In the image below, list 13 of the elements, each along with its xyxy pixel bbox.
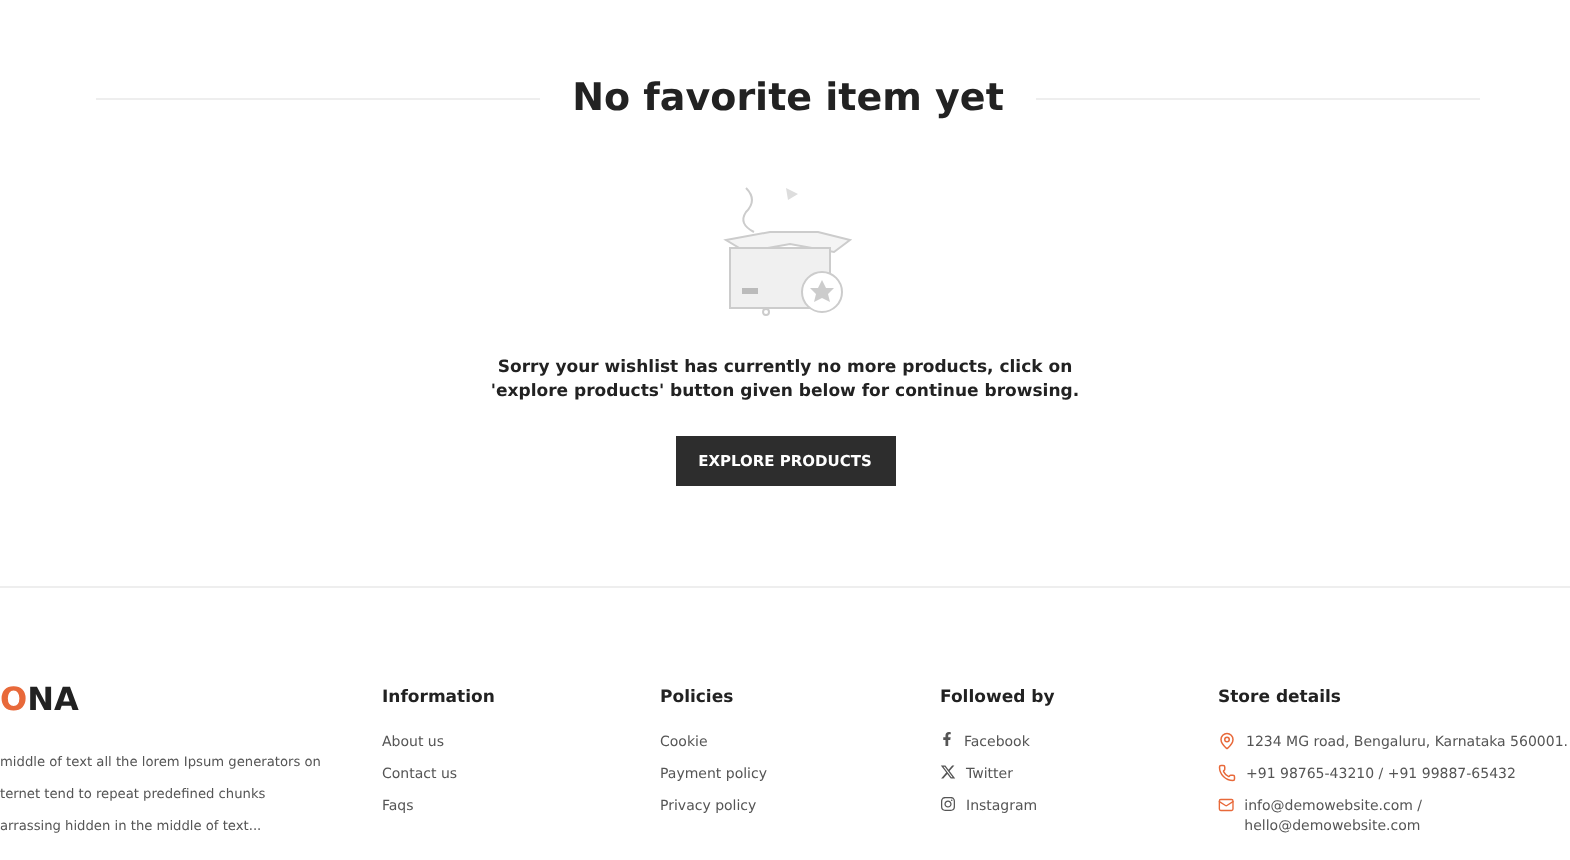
footer-column-title: Store details [1218,688,1343,708]
instagram-icon [940,796,956,812]
phone-icon [1218,764,1236,782]
page-heading: No favorite item yet [572,76,1004,120]
facebook-icon [940,732,954,746]
footer-column-title: Policies [660,688,736,708]
brand-logo[interactable]: ONA [0,680,382,718]
footer-column-title: Followed by [940,688,1057,708]
location-pin-icon [1218,732,1236,750]
x-icon [940,764,956,780]
footer-column-title: Information [382,688,497,708]
empty-wishlist-message: Sorry your wishlist has currently no more products, click on 'explore products' button given below for continue browsing. [488,356,1082,404]
mail-icon [1218,796,1235,814]
